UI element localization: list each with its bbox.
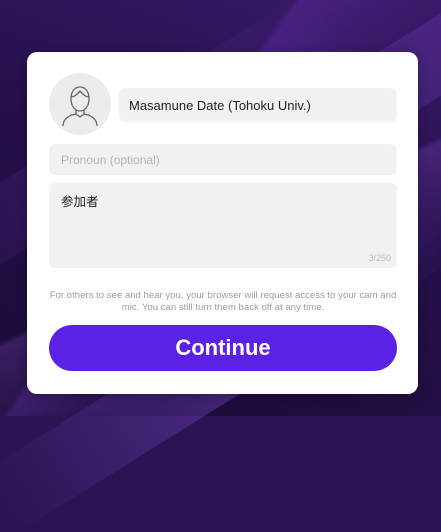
name-input-value: Masamune Date (Tohoku Univ.) — [129, 97, 311, 113]
pronoun-input-placeholder: Pronoun (optional) — [61, 152, 160, 167]
name-input[interactable]: Masamune Date (Tohoku Univ.) — [119, 88, 397, 122]
pronoun-input[interactable]: Pronoun (optional) — [49, 144, 397, 175]
bio-char-count: 3/250 — [368, 253, 391, 263]
user-outline-icon — [62, 86, 98, 126]
profile-setup-card: Masamune Date (Tohoku Univ.) Pronoun (op… — [27, 52, 418, 394]
permission-notice: For others to see and hear you, your bro… — [49, 290, 397, 313]
avatar[interactable] — [49, 73, 111, 135]
bio-textarea-value: 参加者 — [61, 195, 99, 209]
continue-button[interactable]: Continue — [49, 325, 397, 371]
bio-textarea[interactable]: 参加者 3/250 — [49, 183, 397, 268]
